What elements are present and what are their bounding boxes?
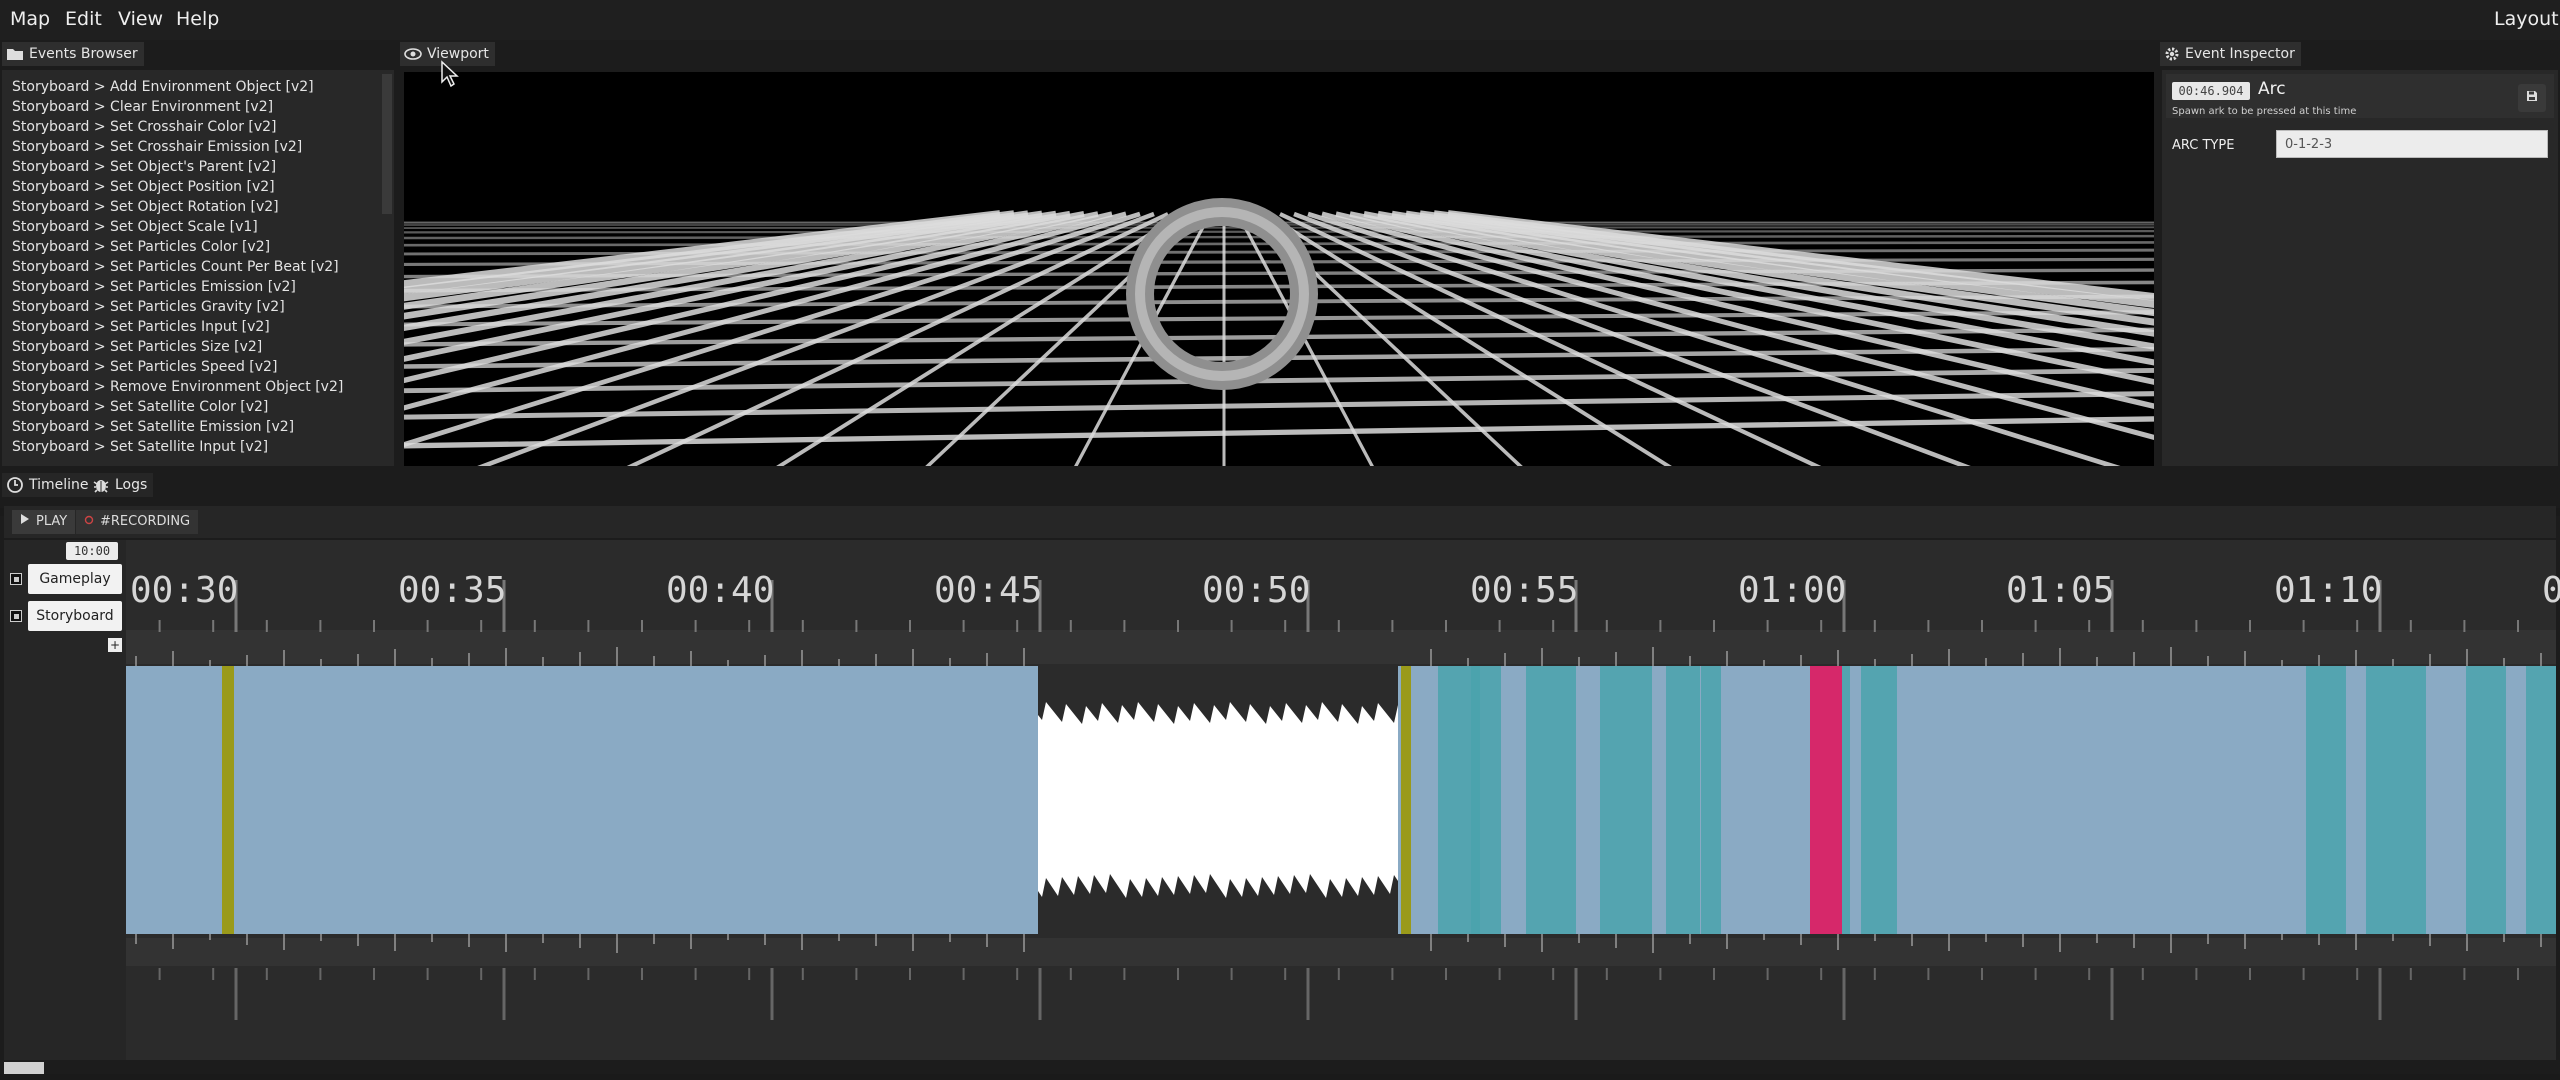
timeline-tick-label: 01:05 (2006, 570, 2115, 611)
track-toggle[interactable] (10, 610, 22, 622)
tab-label: Logs (115, 477, 148, 493)
timeline-tick-label: 01:10 (2274, 570, 2383, 611)
timeline-canvas[interactable] (126, 540, 2556, 1060)
clock-icon (6, 476, 24, 494)
event-list-item[interactable]: Storyboard > Set Particles Color [v2] (12, 237, 382, 257)
event-list-item[interactable]: Storyboard > Set Particles Emission [v2] (12, 277, 382, 297)
timeline-tick-label: 00:50 (1202, 570, 1311, 611)
record-icon (84, 510, 94, 534)
event-list-item[interactable]: Storyboard > Set Particles Gravity [v2] (12, 297, 382, 317)
tab-label: Event Inspector (2185, 46, 2295, 62)
menu-layout[interactable]: Layout (2494, 8, 2559, 30)
tab-events-browser[interactable]: Events Browser (2, 42, 144, 66)
timeline-tick-label: 00:35 (398, 570, 507, 611)
timeline-current-time[interactable]: 10:00 (66, 542, 118, 560)
add-track-button[interactable]: + (108, 638, 122, 652)
event-list-item[interactable]: Storyboard > Set Object Scale [v1] (12, 217, 382, 237)
event-list-item[interactable]: Storyboard > Set Particles Input [v2] (12, 317, 382, 337)
timeline-tick-label: 00:30 (130, 570, 239, 611)
mouse-cursor-icon (440, 60, 466, 92)
recording-button[interactable]: #RECORDING (76, 510, 199, 534)
track-toggle[interactable] (10, 573, 22, 585)
event-list-item[interactable]: Storyboard > Set Crosshair Emission [v2] (12, 137, 382, 157)
event-list-item[interactable]: Storyboard > Set Crosshair Color [v2] (12, 117, 382, 137)
event-list-item[interactable]: Storyboard > Add Environment Object [v2] (12, 77, 382, 97)
track-storyboard[interactable]: Storyboard (10, 601, 122, 631)
folder-icon (6, 47, 24, 61)
menu-bar: Map Edit View Help Layout (0, 0, 2560, 40)
eye-icon (404, 47, 422, 61)
tab-label: Events Browser (29, 46, 138, 62)
track-label[interactable]: Gameplay (28, 564, 122, 594)
event-list-item[interactable]: Storyboard > Set Object's Parent [v2] (12, 157, 382, 177)
event-time[interactable]: 00:46.904 (2172, 82, 2250, 100)
event-inspector: 00:46.904 Arc Spawn ark to be pressed at… (2162, 70, 2558, 466)
viewport-scene (404, 198, 2154, 466)
arc-type-field[interactable] (2276, 130, 2548, 158)
event-list-item[interactable]: Storyboard > Set Particles Speed [v2] (12, 357, 382, 377)
play-label: PLAY (36, 514, 68, 529)
play-icon (20, 510, 30, 534)
transport-bar: PLAY #RECORDING (4, 506, 2556, 538)
timeline-tick-label: 00:55 (1470, 570, 1579, 611)
tab-label: Timeline (29, 477, 89, 493)
timeline-tick-label: 0 (2542, 570, 2560, 611)
menu-view[interactable]: View (118, 8, 163, 30)
tab-logs[interactable]: Logs (88, 473, 154, 497)
bottom-bar (0, 1074, 2560, 1080)
event-title: Arc (2258, 79, 2286, 99)
timeline-tick-label: 01:00 (1738, 570, 1847, 611)
event-list-item[interactable]: Storyboard > Set Particles Count Per Bea… (12, 257, 382, 277)
events-list: Storyboard > Add Environment Object [v2]… (12, 77, 382, 457)
event-list-item[interactable]: Storyboard > Set Particles Size [v2] (12, 337, 382, 357)
arc-type-label: ARC TYPE (2172, 138, 2235, 153)
event-list-item[interactable]: Storyboard > Set Satellite Color [v2] (12, 397, 382, 417)
menu-map[interactable]: Map (10, 8, 50, 30)
gear-icon (2164, 46, 2180, 62)
tab-event-inspector[interactable]: Event Inspector (2160, 42, 2301, 66)
track-gameplay[interactable]: Gameplay (10, 564, 122, 594)
timeline-tick-label: 00:45 (934, 570, 1043, 611)
event-list-item[interactable]: Storyboard > Set Object Position [v2] (12, 177, 382, 197)
event-list-item[interactable]: Storyboard > Clear Environment [v2] (12, 97, 382, 117)
save-button[interactable] (2518, 84, 2546, 112)
recording-label: #RECORDING (100, 514, 191, 529)
events-scrollbar[interactable] (382, 74, 392, 214)
menu-help[interactable]: Help (176, 8, 219, 30)
play-button[interactable]: PLAY (12, 510, 76, 534)
event-list-item[interactable]: Storyboard > Set Satellite Input [v2] (12, 437, 382, 457)
tab-timeline[interactable]: Timeline (2, 473, 95, 497)
event-description: Spawn ark to be pressed at this time (2172, 106, 2357, 117)
event-list-item[interactable]: Storyboard > Set Object Rotation [v2] (12, 197, 382, 217)
events-browser: Storyboard > Add Environment Object [v2]… (2, 70, 394, 466)
viewport[interactable] (404, 72, 2154, 466)
save-icon (2526, 90, 2538, 106)
bug-icon (92, 476, 110, 494)
event-list-item[interactable]: Storyboard > Remove Environment Object [… (12, 377, 382, 397)
event-list-item[interactable]: Storyboard > Set Satellite Emission [v2] (12, 417, 382, 437)
timeline-tick-label: 00:40 (666, 570, 775, 611)
timeline-scrollbar[interactable] (4, 1062, 44, 1074)
menu-edit[interactable]: Edit (65, 8, 102, 30)
track-label[interactable]: Storyboard (28, 601, 122, 631)
